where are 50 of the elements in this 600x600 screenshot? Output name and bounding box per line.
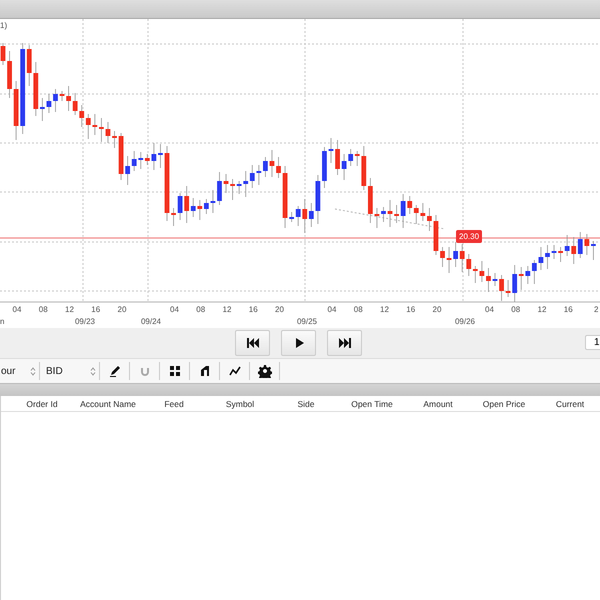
grid-icon xyxy=(168,364,182,378)
updown-icon xyxy=(30,366,36,376)
time-label: 20 xyxy=(432,305,442,315)
time-label: 04 xyxy=(170,305,179,315)
skip-forward-icon xyxy=(338,336,352,350)
column-header[interactable]: Side xyxy=(273,398,339,408)
column-header[interactable]: Account Name xyxy=(75,398,141,408)
skip-back-icon xyxy=(246,336,260,350)
column-header[interactable]: Amount xyxy=(405,398,471,408)
column-header[interactable]: Feed xyxy=(141,398,207,408)
date-label: 09/23 xyxy=(74,317,96,327)
time-label: 08 xyxy=(196,305,206,315)
settings-icon xyxy=(258,364,272,378)
time-label: 12 xyxy=(222,305,232,315)
time-label: 08 xyxy=(511,305,520,315)
speed-field[interactable]: 1 xyxy=(585,335,600,350)
time-label: 04 xyxy=(485,305,494,315)
time-label: 12 xyxy=(65,305,74,315)
column-header[interactable]: Current xyxy=(537,398,600,408)
updown-icon xyxy=(90,366,96,376)
price-tag: 20.30 xyxy=(456,230,482,243)
time-label: 16 xyxy=(91,305,100,315)
time-label: 16 xyxy=(248,305,258,315)
column-header[interactable]: Open Time xyxy=(339,398,405,408)
forward-button[interactable] xyxy=(327,330,362,356)
time-label: 20 xyxy=(275,305,284,315)
dropdown[interactable]: BID xyxy=(40,362,100,380)
dropdown[interactable]: our xyxy=(0,362,40,380)
chart-title: 1) xyxy=(0,21,8,30)
column-header[interactable]: Symbol xyxy=(207,398,273,408)
column-header[interactable]: Order Id xyxy=(9,398,75,408)
time-label: 20 xyxy=(118,305,126,315)
time-label: 2 xyxy=(594,305,598,315)
date-label: 09/26 xyxy=(454,317,476,327)
date-label: 09/24 xyxy=(140,317,162,327)
time-label: 12 xyxy=(538,305,546,315)
date-label: n xyxy=(0,317,4,327)
line-chart-icon xyxy=(228,364,242,378)
time-label: 04 xyxy=(328,305,336,315)
time-label: 16 xyxy=(406,305,416,315)
pencil-icon xyxy=(108,364,122,378)
time-label: 08 xyxy=(354,305,363,315)
column-header[interactable]: Open Price xyxy=(471,398,537,408)
time-label: 12 xyxy=(380,305,389,315)
time-label: 16 xyxy=(564,305,573,315)
time-label: 04 xyxy=(12,305,22,315)
play-button[interactable] xyxy=(281,330,316,356)
time-label: 08 xyxy=(38,305,48,315)
date-label: 09/25 xyxy=(296,317,318,327)
rewind-button[interactable] xyxy=(235,330,270,356)
